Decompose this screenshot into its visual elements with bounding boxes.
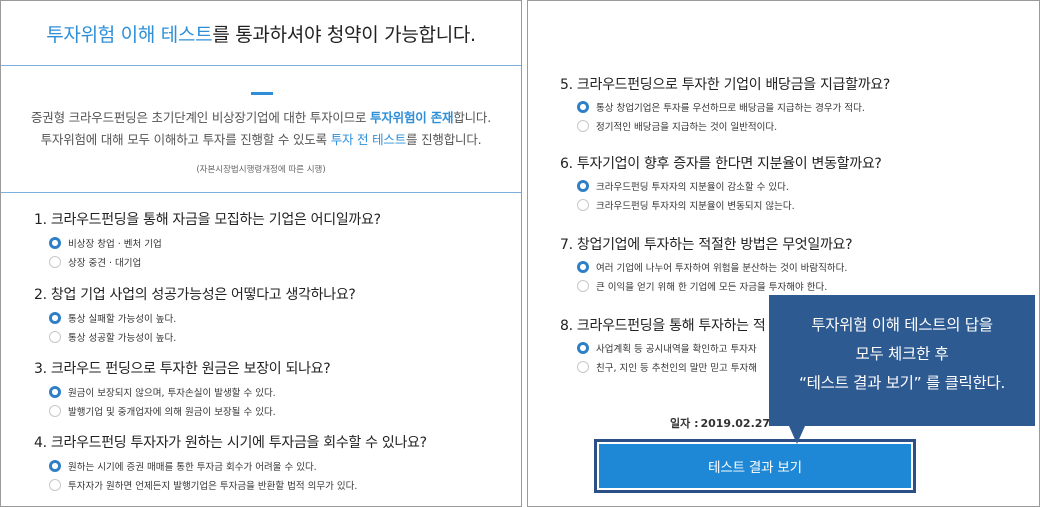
- option-4a[interactable]: 원하는 시기에 증권 매매를 통한 투자금 회수가 어려울 수 있다.: [34, 456, 521, 475]
- date-value: 2019.02.27: [700, 417, 771, 430]
- question-5: 5. 크라우드펀딩으로 투자한 기업이 배당금을 지급할까요? 통상 창업기업은…: [528, 74, 1039, 135]
- question-title: 2. 창업 기업 사업의 성공가능성은 어떻다고 생각하나요?: [34, 287, 356, 303]
- radio-unchecked-icon[interactable]: [577, 198, 589, 211]
- radio-unchecked-icon[interactable]: [577, 119, 589, 132]
- question-1: 1. 크라우드펀딩을 통해 자금을 모집하는 기업은 어디일까요? 비상장 창업…: [1, 209, 521, 271]
- intro-section: 증권형 크라우드펀딩은 초기단계인 비상장기업에 대한 투자이므로 투자위험이 …: [1, 66, 521, 193]
- question-title: 5. 크라우드펀딩으로 투자한 기업이 배당금을 지급할까요?: [560, 77, 890, 93]
- radio-checked-icon[interactable]: [49, 385, 61, 398]
- callout-line-2: 모두 체크한 후: [855, 345, 949, 363]
- question-3: 3. 크라우드 펀딩으로 투자한 원금은 보장이 되나요? 원금이 보장되지 않…: [1, 358, 521, 420]
- view-result-button-label[interactable]: 테스트 결과 보기: [599, 444, 911, 488]
- page-title: 투자위험 이해 테스트를 통과하셔야 청약이 가능합니다.: [46, 20, 476, 47]
- callout-line-1: 투자위험 이해 테스트의 답을: [811, 316, 993, 334]
- title-rest: 를 통과하셔야 청약이 가능합니다.: [212, 23, 476, 46]
- option-7a[interactable]: 여러 기업에 나누어 투자하여 위험을 분산하는 것이 바람직하다.: [560, 257, 1039, 276]
- radio-checked-icon[interactable]: [577, 179, 589, 192]
- radio-unchecked-icon[interactable]: [577, 279, 589, 292]
- test-date: 일자 :2019.02.27: [668, 415, 770, 431]
- option-6b[interactable]: 크라우드펀딩 투자자의 지분율이 변동되지 않는다.: [560, 195, 1039, 214]
- question-title: 6. 투자기업이 향후 증자를 한다면 지분율이 변동할까요?: [560, 156, 882, 172]
- question-4: 4. 크라우드펀딩 투자자가 원하는 시기에 투자금을 회수할 수 있나요? 원…: [1, 432, 521, 494]
- radio-checked-icon[interactable]: [577, 100, 589, 113]
- radio-checked-icon[interactable]: [49, 459, 61, 472]
- radio-checked-icon[interactable]: [49, 236, 61, 249]
- question-title: 3. 크라우드 펀딩으로 투자한 원금은 보장이 되나요?: [34, 361, 331, 377]
- legal-note: (자본시장법시행령개정에 따른 시행): [196, 165, 326, 175]
- right-panel: 5. 크라우드펀딩으로 투자한 기업이 배당금을 지급할까요? 통상 창업기업은…: [527, 0, 1040, 507]
- option-3b[interactable]: 발행기업 및 중개업자에 의해 원금이 보장될 수 있다.: [34, 401, 521, 420]
- callout-pointer-icon: [789, 426, 805, 444]
- question-title: 7. 창업기업에 투자하는 적절한 방법은 무엇일까요?: [560, 237, 853, 253]
- radio-unchecked-icon[interactable]: [577, 360, 589, 373]
- callout-line-3: “테스트 결과 보기” 를 클릭한다.: [798, 374, 1006, 392]
- left-panel: 투자위험 이해 테스트를 통과하셔야 청약이 가능합니다. 증권형 크라우드펀딩…: [0, 0, 522, 507]
- option-5b[interactable]: 정기적인 배당금을 지급하는 것이 일반적이다.: [560, 116, 1039, 135]
- option-7b[interactable]: 큰 이익을 얻기 위해 한 기업에 모든 자금을 투자해야 한다.: [560, 276, 1039, 295]
- instruction-callout: 투자위험 이해 테스트의 답을 모두 체크한 후 “테스트 결과 보기” 를 클…: [769, 295, 1035, 444]
- question-6: 6. 투자기업이 향후 증자를 한다면 지분율이 변동할까요? 크라우드펀딩 투…: [528, 153, 1039, 214]
- date-label: 일자 :: [670, 417, 699, 430]
- risk-highlight: 투자위험이 존재: [370, 110, 454, 125]
- option-1b[interactable]: 상장 중견 · 대기업: [34, 252, 521, 271]
- option-5a[interactable]: 통상 창업기업은 투자를 우선하므로 배당금을 지급하는 경우가 적다.: [560, 97, 1039, 116]
- intro-line-2: 투자위험에 대해 모두 이해하고 투자를 진행할 수 있도록 투자 전 테스트를…: [40, 132, 482, 147]
- accent-bar: [251, 92, 273, 95]
- option-2a[interactable]: 통상 실패할 가능성이 높다.: [34, 308, 521, 327]
- radio-unchecked-icon[interactable]: [49, 255, 61, 268]
- question-title: 1. 크라우드펀딩을 통해 자금을 모집하는 기업은 어디일까요?: [34, 212, 381, 228]
- option-2b[interactable]: 통상 성공할 가능성이 높다.: [34, 327, 521, 346]
- option-3a[interactable]: 원금이 보장되지 않으며, 투자손실이 발생할 수 있다.: [34, 382, 521, 401]
- option-4b[interactable]: 투자자가 원하면 언제든지 발행기업은 투자금을 반환할 법적 의무가 있다.: [34, 475, 521, 494]
- option-6a[interactable]: 크라우드펀딩 투자자의 지분율이 감소할 수 있다.: [560, 176, 1039, 195]
- intro-line-1: 증권형 크라우드펀딩은 초기단계인 비상장기업에 대한 투자이므로 투자위험이 …: [31, 110, 491, 125]
- radio-checked-icon[interactable]: [577, 341, 589, 354]
- radio-unchecked-icon[interactable]: [49, 330, 61, 343]
- option-1a[interactable]: 비상장 창업 · 벤처 기업: [34, 233, 521, 252]
- question-title: 4. 크라우드펀딩 투자자가 원하는 시기에 투자금을 회수할 수 있나요?: [34, 435, 427, 451]
- radio-checked-icon[interactable]: [577, 260, 589, 273]
- test-highlight: 투자 전 테스트: [330, 132, 407, 147]
- page-header: 투자위험 이해 테스트를 통과하셔야 청약이 가능합니다.: [1, 1, 521, 66]
- question-7: 7. 창업기업에 투자하는 적절한 방법은 무엇일까요? 여러 기업에 나누어 …: [528, 234, 1039, 295]
- radio-checked-icon[interactable]: [49, 311, 61, 324]
- title-highlight: 투자위험 이해 테스트: [46, 23, 213, 46]
- radio-unchecked-icon[interactable]: [49, 404, 61, 417]
- question-2: 2. 창업 기업 사업의 성공가능성은 어떻다고 생각하나요? 통상 실패할 가…: [1, 284, 521, 346]
- view-result-button[interactable]: 테스트 결과 보기: [594, 439, 916, 493]
- radio-unchecked-icon[interactable]: [49, 478, 61, 491]
